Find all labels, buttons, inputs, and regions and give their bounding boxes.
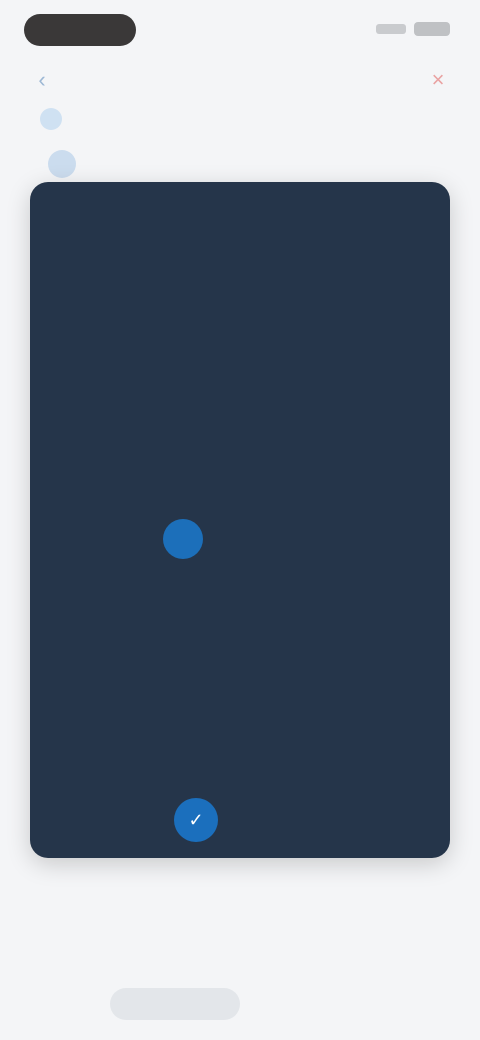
done-button[interactable] xyxy=(358,200,418,214)
weekday-header xyxy=(40,414,440,434)
weekday-label xyxy=(97,414,154,434)
calendar-day[interactable] xyxy=(383,612,440,642)
chevron-left-icon[interactable]: ‹ xyxy=(30,68,54,92)
bottom-button[interactable] xyxy=(110,988,240,1020)
signal-icon xyxy=(376,24,406,34)
calendar-day[interactable] xyxy=(211,612,268,642)
days-grid xyxy=(40,519,440,686)
check-icon[interactable]: ✓ xyxy=(174,798,218,842)
info-line xyxy=(100,942,240,956)
weekday-label xyxy=(154,414,211,434)
calendar-day[interactable] xyxy=(326,612,383,642)
header: ‹ × xyxy=(0,56,480,106)
tab-indicator[interactable] xyxy=(48,150,76,178)
weekday-label xyxy=(211,414,268,434)
calendar-day[interactable] xyxy=(154,568,211,598)
status-icons xyxy=(376,22,450,36)
calendar-day[interactable] xyxy=(97,612,154,642)
date-picker-card: ✓ xyxy=(30,182,450,858)
info-line xyxy=(100,906,260,920)
calendar-day-empty xyxy=(40,524,97,554)
calendar-day[interactable] xyxy=(269,568,326,598)
calendar-day[interactable] xyxy=(40,656,97,686)
calendar-day[interactable] xyxy=(326,524,383,554)
footer-left-action[interactable] xyxy=(80,816,120,830)
calendar-day[interactable] xyxy=(97,656,154,686)
month-label[interactable] xyxy=(150,368,260,390)
calendar-day[interactable] xyxy=(211,656,268,686)
calendar-day[interactable] xyxy=(154,612,211,642)
picker-title xyxy=(210,200,270,214)
weekday-label xyxy=(326,414,383,434)
weekday-label xyxy=(269,414,326,434)
weekday-label xyxy=(40,414,97,434)
calendar-day-empty xyxy=(97,524,154,554)
sub-row xyxy=(40,100,440,140)
cancel-button[interactable] xyxy=(62,200,122,214)
calendar-day[interactable] xyxy=(97,568,154,598)
footer-right-action[interactable] xyxy=(364,816,404,830)
calendar-day[interactable] xyxy=(269,612,326,642)
calendar-day[interactable] xyxy=(326,568,383,598)
calendar-day-selected[interactable] xyxy=(154,519,211,559)
calendar-day[interactable] xyxy=(40,568,97,598)
calendar-day[interactable] xyxy=(211,568,268,598)
page-subtitle xyxy=(262,72,322,88)
calendar-day[interactable] xyxy=(383,524,440,554)
weekday-label xyxy=(383,414,440,434)
year-label[interactable] xyxy=(276,368,336,390)
calendar-day[interactable] xyxy=(211,524,268,554)
calendar-day[interactable] xyxy=(269,524,326,554)
picker-footer: ✓ xyxy=(30,794,450,858)
selected-date-display xyxy=(180,274,300,298)
calendar-icon xyxy=(40,108,62,130)
calendar-day[interactable] xyxy=(40,612,97,642)
status-time-pill xyxy=(24,14,136,46)
battery-icon xyxy=(414,22,450,36)
close-icon[interactable]: × xyxy=(426,68,450,92)
calendar-day[interactable] xyxy=(154,656,211,686)
page-title xyxy=(170,68,250,92)
calendar-day[interactable] xyxy=(383,568,440,598)
status-bar xyxy=(0,0,480,62)
